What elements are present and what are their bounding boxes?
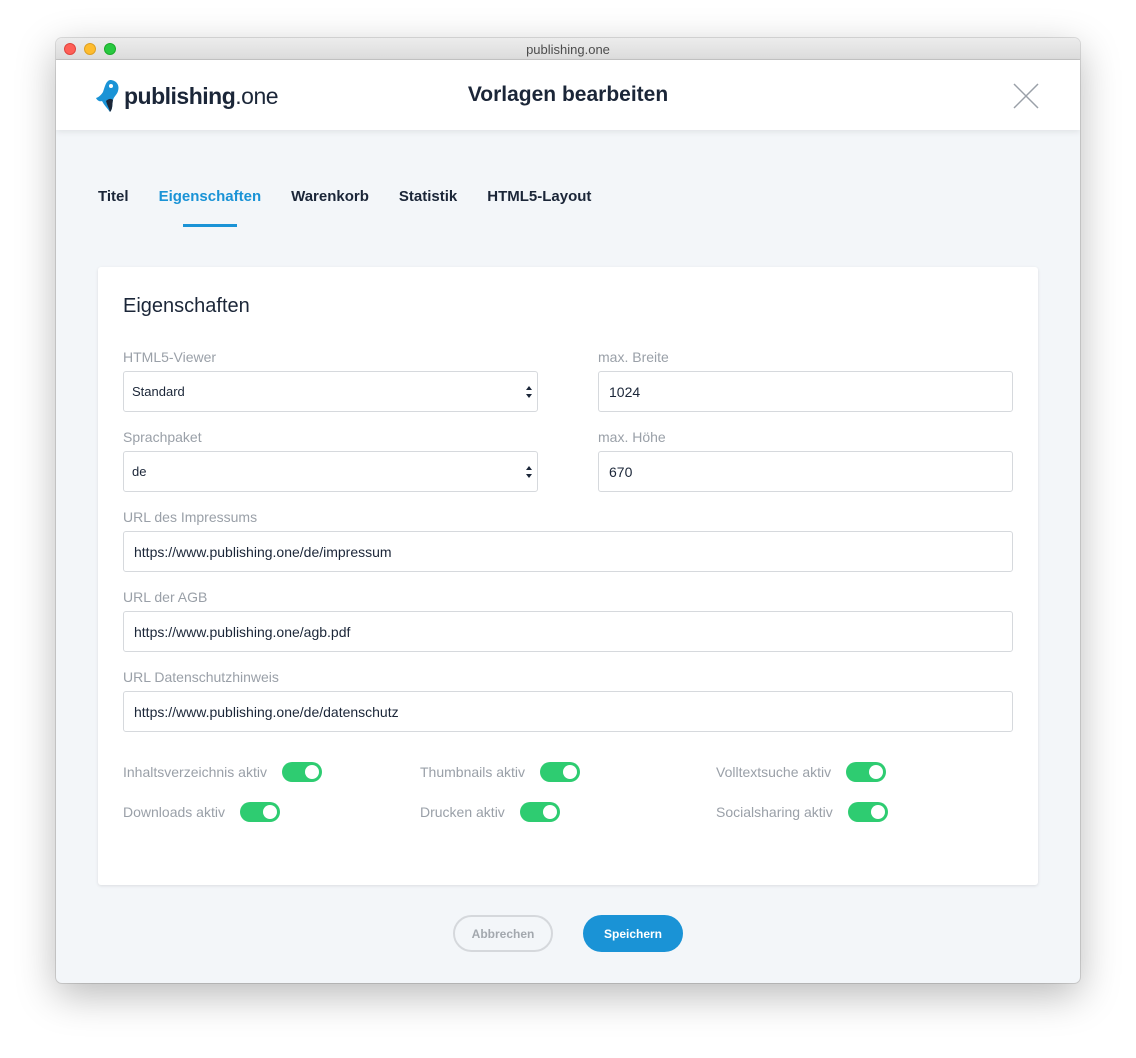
save-button[interactable]: Speichern <box>583 915 683 952</box>
max-height-label: max. Höhe <box>598 429 666 445</box>
select-arrows-icon <box>526 466 532 478</box>
privacy-url-input[interactable]: https://www.publishing.one/de/datenschut… <box>123 691 1013 732</box>
window-title: publishing.one <box>526 42 610 57</box>
tab-statistik[interactable]: Statistik <box>399 188 457 227</box>
max-width-input[interactable]: 1024 <box>598 371 1013 412</box>
viewer-select-value: Standard <box>132 384 185 399</box>
tab-bar: Titel Eigenschaften Warenkorb Statistik … <box>98 188 621 227</box>
viewer-label: HTML5-Viewer <box>123 349 217 365</box>
fulltext-search-toggle-row: Volltextsuche aktiv <box>716 762 887 782</box>
toc-toggle[interactable] <box>281 762 322 782</box>
toc-toggle-row: Inhaltsverzeichnis aktiv <box>123 762 322 782</box>
thumbnails-toggle-row: Thumbnails aktiv <box>420 762 581 782</box>
social-sharing-toggle-label: Socialsharing aktiv <box>716 804 833 820</box>
social-sharing-toggle[interactable] <box>847 802 888 822</box>
close-icon <box>1013 83 1039 109</box>
page-title: Vorlagen bearbeiten <box>467 83 669 106</box>
print-toggle-row: Drucken aktiv <box>420 802 560 822</box>
tab-titel[interactable]: Titel <box>98 188 129 227</box>
card-title: Eigenschaften <box>123 295 250 317</box>
close-button[interactable] <box>1012 82 1040 110</box>
max-height-input[interactable]: 670 <box>598 451 1013 492</box>
fulltext-search-toggle[interactable] <box>846 762 887 782</box>
tab-warenkorb[interactable]: Warenkorb <box>291 188 369 227</box>
properties-card: Eigenschaften HTML5-Viewer Standard max.… <box>98 267 1038 885</box>
downloads-toggle-row: Downloads aktiv <box>123 802 280 822</box>
language-label: Sprachpaket <box>123 429 202 445</box>
print-toggle-label: Drucken aktiv <box>420 804 505 820</box>
toc-toggle-label: Inhaltsverzeichnis aktiv <box>123 764 267 780</box>
page-header: publishing.one Vorlagen bearbeiten <box>56 60 1080 130</box>
downloads-toggle-label: Downloads aktiv <box>123 804 225 820</box>
social-sharing-toggle-row: Socialsharing aktiv <box>716 802 888 822</box>
thumbnails-toggle[interactable] <box>540 762 581 782</box>
tab-eigenschaften[interactable]: Eigenschaften <box>159 188 261 227</box>
terms-url-label: URL der AGB <box>123 589 208 605</box>
downloads-toggle[interactable] <box>239 802 280 822</box>
terms-url-input[interactable]: https://www.publishing.one/agb.pdf <box>123 611 1013 652</box>
window-titlebar: publishing.one <box>56 38 1080 60</box>
language-select[interactable]: de <box>123 451 538 492</box>
app-window: publishing.one publishing.one Vorlagen b… <box>56 38 1080 983</box>
tab-html5-layout[interactable]: HTML5-Layout <box>487 188 591 227</box>
thumbnails-toggle-label: Thumbnails aktiv <box>420 764 526 780</box>
language-select-value: de <box>132 464 147 479</box>
imprint-url-label: URL des Impressums <box>123 509 258 525</box>
viewer-select[interactable]: Standard <box>123 371 538 412</box>
max-width-label: max. Breite <box>598 349 669 365</box>
select-arrows-icon <box>526 386 532 398</box>
imprint-url-input[interactable]: https://www.publishing.one/de/impressum <box>123 531 1013 572</box>
fulltext-search-toggle-label: Volltextsuche aktiv <box>716 764 832 780</box>
privacy-url-label: URL Datenschutzhinweis <box>123 669 279 685</box>
print-toggle[interactable] <box>519 802 560 822</box>
cancel-button[interactable]: Abbrechen <box>453 915 553 952</box>
